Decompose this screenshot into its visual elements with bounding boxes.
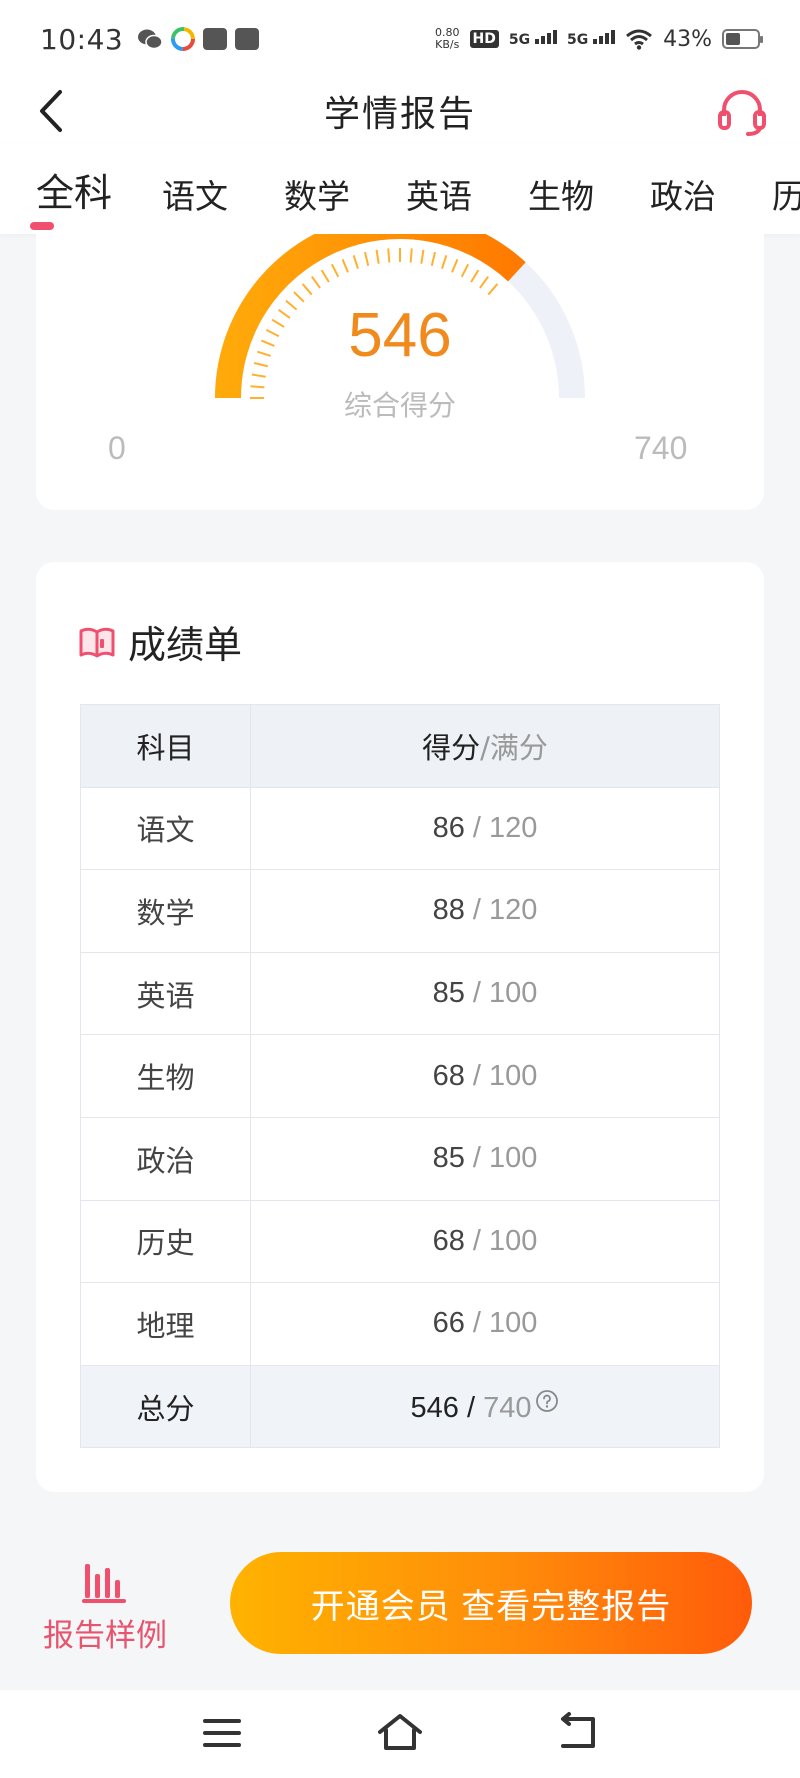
gauge-tick (420, 249, 425, 264)
row-subject: 语文 (80, 786, 251, 871)
gauge-tick (364, 251, 370, 266)
row-score: 85 / 100 (250, 1116, 720, 1201)
row-score: 66 / 100 (250, 1282, 720, 1366)
report-title: 成绩单 (128, 623, 243, 667)
gauge-tick (352, 255, 359, 269)
row-subject: 地理 (80, 1282, 251, 1366)
subject-tabs: 全科 语文 数学 英语 生物 政治 历 (0, 144, 800, 234)
composite-score: 546 (348, 301, 452, 370)
table-row: 地理 66 / 100 (80, 1282, 720, 1366)
app-notification-icon (203, 28, 228, 50)
table-header-row: 科目 得分/满分 (80, 704, 720, 788)
header-subject: 科目 (80, 704, 251, 788)
table-row: 数学 88 / 120 (80, 869, 720, 953)
signal-icon: 5G (567, 30, 616, 48)
row-subject: 数学 (80, 869, 251, 953)
row-subject: 历史 (80, 1199, 251, 1284)
open-book-icon (79, 627, 115, 657)
page-title: 学情报告 (323, 94, 476, 135)
back-arrow-icon[interactable] (30, 86, 80, 136)
gauge-tick (409, 248, 413, 263)
row-score: 88 / 120 (250, 869, 720, 953)
signal-icon: 5G (509, 30, 557, 48)
help-icon[interactable] (535, 1389, 559, 1413)
app-notification-icon (171, 27, 196, 51)
report-card: 成绩单 科目 得分/满分 语文 86 / 120 数学 88 / 120 英语 … (36, 562, 764, 1492)
signal-bars-icon (534, 30, 557, 44)
gauge-tick (430, 251, 436, 266)
bottom-action-bar: 报告样例 开通会员 查看完整报告 (0, 1530, 800, 1670)
gauge-tick (375, 249, 380, 264)
gauge-tick (251, 373, 266, 378)
tab-math[interactable]: 数学 (284, 144, 350, 218)
gauge-tick (387, 248, 391, 263)
status-bar: 10:43 0.80 KB/s HD 5G 5G 43% (0, 0, 800, 78)
gauge-tick (479, 276, 489, 289)
tab-all-subjects[interactable]: 全科 (36, 144, 112, 217)
score-table: 科目 得分/满分 语文 86 / 120 数学 88 / 120 英语 85 /… (80, 704, 720, 1449)
row-subject: 生物 (80, 1034, 251, 1118)
tab-biology[interactable]: 生物 (528, 144, 594, 218)
home-icon[interactable] (375, 1708, 425, 1758)
row-score: 86 / 120 (250, 786, 720, 871)
status-time: 10:43 (40, 22, 124, 56)
tab-chinese[interactable]: 语文 (162, 144, 228, 218)
row-score: 85 / 100 (250, 951, 720, 1036)
back-icon[interactable] (553, 1708, 603, 1758)
total-subject: 总分 (80, 1364, 251, 1449)
signal-bars-icon (593, 30, 616, 44)
table-row: 政治 85 / 100 (80, 1116, 720, 1201)
hd-icon: HD (469, 30, 499, 48)
row-score: 68 / 100 (250, 1199, 720, 1284)
tab-politics[interactable]: 政治 (650, 144, 716, 218)
notification-icons (137, 27, 260, 51)
nav-bar: 学情报告 (0, 78, 800, 144)
gauge-tick (441, 255, 448, 269)
table-row: 语文 86 / 120 (80, 786, 720, 871)
gauge-tick (301, 283, 313, 296)
wechat-icon (138, 29, 163, 50)
header-score: 得分/满分 (250, 704, 720, 788)
row-subject: 英语 (80, 951, 251, 1036)
table-row: 历史 68 / 100 (80, 1199, 720, 1284)
tab-english[interactable]: 英语 (406, 144, 472, 218)
status-indicators: 0.80 KB/s HD 5G 5G 43% (435, 26, 763, 52)
active-tab-indicator (30, 222, 54, 230)
gauge-tick (320, 269, 330, 283)
row-score: 68 / 100 (250, 1034, 720, 1118)
wifi-icon (626, 29, 653, 50)
bar-chart-icon (82, 1564, 126, 1603)
customer-service-icon[interactable] (714, 84, 770, 140)
battery-percent: 43% (663, 26, 712, 52)
gauge-max: 740 (634, 430, 688, 466)
gauge-tick (451, 259, 459, 273)
total-score: 546 / 740 (250, 1364, 720, 1449)
open-membership-button[interactable]: 开通会员 查看完整报告 (230, 1552, 752, 1654)
report-sample-label: 报告样例 (43, 1618, 167, 1654)
table-row: 英语 85 / 100 (80, 951, 720, 1036)
table-row: 生物 68 / 100 (80, 1034, 720, 1118)
gauge-tick (487, 283, 499, 296)
system-navigation-bar (0, 1690, 800, 1778)
report-header: 成绩单 (78, 614, 242, 669)
gauge-tick (331, 263, 340, 278)
gauge-min: 0 (108, 430, 126, 466)
battery-icon (722, 29, 763, 49)
app-notification-icon (235, 28, 260, 50)
tab-history[interactable]: 历 (772, 144, 800, 218)
composite-score-label: 综合得分 (343, 389, 456, 422)
row-subject: 政治 (80, 1116, 251, 1201)
score-gauge-card: 546 综合得分 0 740 (36, 234, 764, 510)
menu-icon[interactable] (197, 1708, 247, 1758)
table-total-row: 总分 546 / 740 (80, 1364, 720, 1449)
network-speed: 0.80 KB/s (435, 26, 460, 51)
score-gauge (215, 234, 585, 399)
gauge-tick (341, 259, 349, 273)
gauge-tick (311, 276, 321, 289)
gauge-tick (470, 269, 480, 283)
gauge-tick (460, 263, 469, 278)
report-sample-button[interactable]: 报告样例 (40, 1560, 170, 1680)
